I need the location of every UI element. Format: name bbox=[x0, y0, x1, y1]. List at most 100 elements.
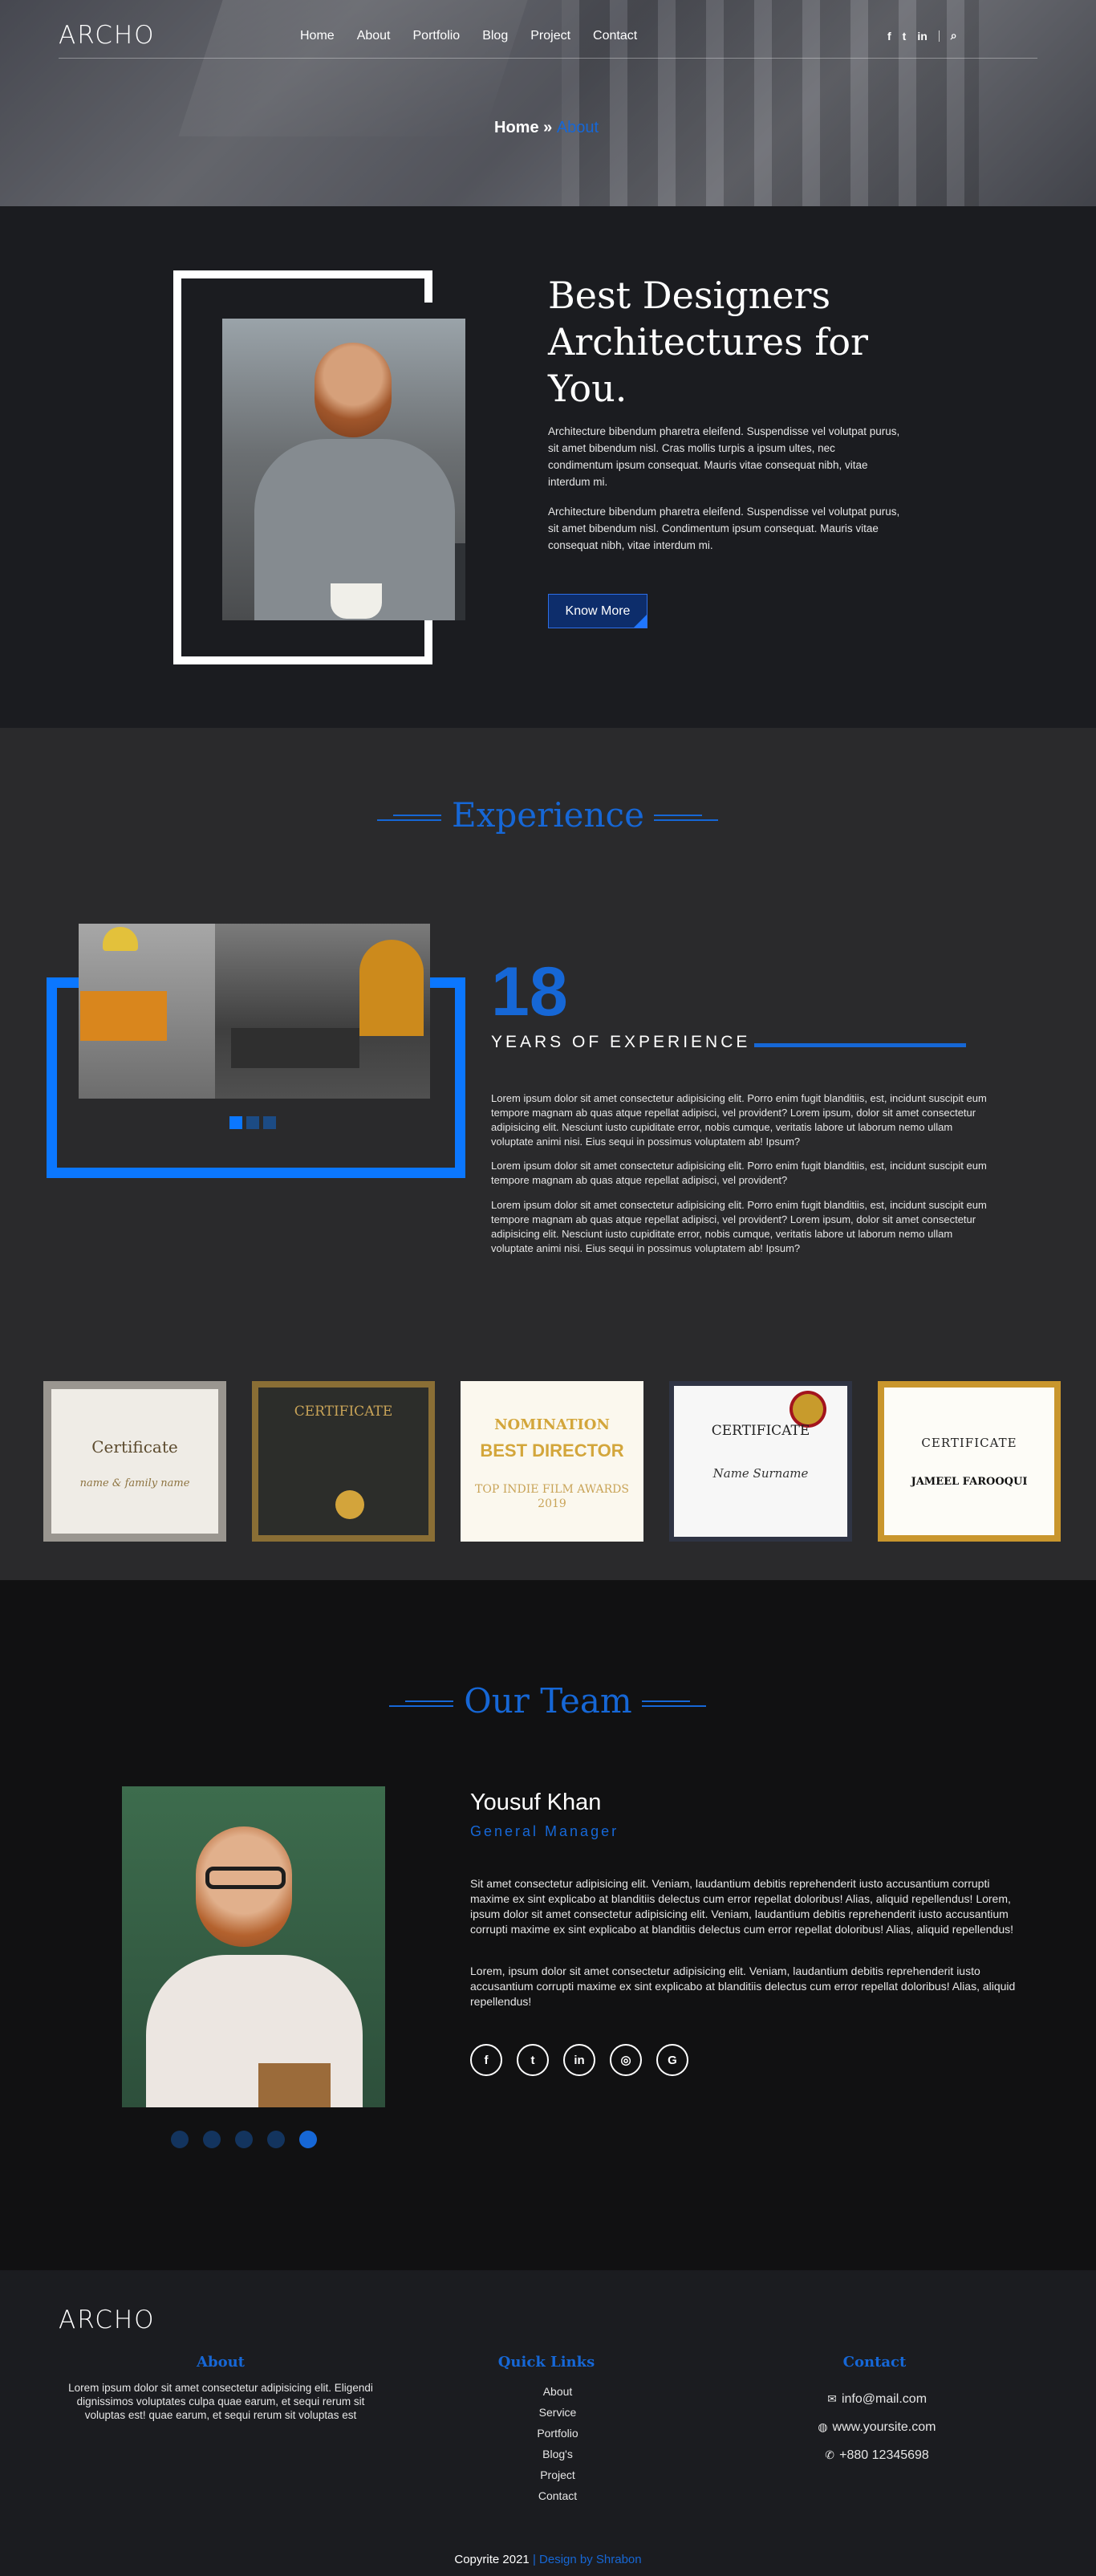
twitter-icon[interactable]: t bbox=[903, 30, 907, 43]
experience-number: 18 bbox=[491, 953, 568, 1030]
certificate-5[interactable]: CERTIFICATE JAMEEL FAROOQUI bbox=[878, 1381, 1061, 1542]
envelope-icon: ✉ bbox=[827, 2392, 837, 2405]
header-divider-line bbox=[59, 58, 1037, 59]
seal-icon bbox=[335, 1490, 364, 1519]
slide-excavator-arm bbox=[359, 940, 424, 1036]
frame-corner-right bbox=[430, 977, 465, 988]
slider-dot-3[interactable] bbox=[263, 1116, 276, 1129]
footer-website-text: www.yoursite.com bbox=[832, 2420, 936, 2434]
linkedin-icon[interactable]: in bbox=[917, 30, 927, 43]
certificate-3-line-2: BEST DIRECTOR bbox=[480, 1440, 624, 1461]
footer-link-blogs[interactable]: Blog's bbox=[477, 2444, 638, 2464]
certificate-3-line-1: NOMINATION bbox=[494, 1416, 610, 1433]
certificate-1-name: name & family name bbox=[79, 1477, 190, 1489]
copyright-text: Copyrite 2021 bbox=[454, 2553, 530, 2566]
certificate-3[interactable]: NOMINATION BEST DIRECTOR TOP INDIE FILM … bbox=[461, 1381, 643, 1542]
team-section: Our Team Yousuf Khan General Manager Sit… bbox=[0, 1580, 1096, 2270]
site-logo[interactable]: ARCHO bbox=[59, 21, 156, 50]
about-title: Best Designers Architectures for You. bbox=[548, 274, 869, 410]
team-dot-4[interactable] bbox=[267, 2131, 285, 2148]
slide-excavator-body bbox=[231, 1028, 359, 1068]
team-dot-3[interactable] bbox=[235, 2131, 253, 2148]
nav-home[interactable]: Home bbox=[300, 29, 335, 43]
team-member-name: Yousuf Khan bbox=[470, 1790, 602, 1815]
footer-about-title: About bbox=[197, 2354, 245, 2371]
team-social-links: f t in ◎ G bbox=[470, 2044, 688, 2076]
certificate-4-name: Name Surname bbox=[712, 1466, 809, 1481]
linkedin-icon[interactable]: in bbox=[563, 2044, 595, 2076]
experience-paragraph-3: Lorem ipsum dolor sit amet consectetur a… bbox=[491, 1199, 987, 1254]
footer-links-title: Quick Links bbox=[497, 2354, 595, 2371]
breadcrumb-home[interactable]: Home bbox=[494, 119, 539, 136]
certificate-4-title: CERTIFICATE bbox=[711, 1423, 810, 1439]
certificate-2[interactable]: CERTIFICATE bbox=[252, 1381, 435, 1542]
title-decoration-right bbox=[654, 815, 718, 821]
design-by-link[interactable]: Design by Shrabon bbox=[539, 2553, 642, 2566]
photo-cup bbox=[331, 583, 382, 619]
about-paragraph-1: Architecture bibendum pharetra eleifend.… bbox=[548, 425, 900, 488]
footer-email[interactable]: ✉ info@mail.com bbox=[754, 2385, 995, 2413]
certificates-row: Certificate name & family name CERTIFICA… bbox=[43, 1381, 1061, 1542]
certificate-1-title: Certificate bbox=[91, 1437, 178, 1457]
nav-portfolio[interactable]: Portfolio bbox=[413, 29, 461, 43]
team-slider-dots bbox=[171, 2131, 317, 2148]
award-ribbon-icon bbox=[793, 1394, 823, 1424]
header-social: f t in ⌕ bbox=[887, 29, 957, 43]
instagram-icon[interactable]: ◎ bbox=[610, 2044, 642, 2076]
about-section: Best Designers Architectures for You. Ar… bbox=[0, 206, 1096, 728]
slide-worker bbox=[79, 924, 215, 1099]
footer-link-portfolio[interactable]: Portfolio bbox=[477, 2423, 638, 2444]
google-icon[interactable]: G bbox=[656, 2044, 688, 2076]
facebook-icon[interactable]: f bbox=[887, 30, 891, 43]
footer-contact-title: Contact bbox=[842, 2354, 907, 2371]
footer-phone[interactable]: ✆ +880 12345698 bbox=[754, 2441, 995, 2469]
footer-website[interactable]: ◍ www.yoursite.com bbox=[754, 2413, 995, 2441]
twitter-icon[interactable]: t bbox=[517, 2044, 549, 2076]
team-dot-2[interactable] bbox=[203, 2131, 221, 2148]
nav-project[interactable]: Project bbox=[530, 29, 570, 43]
team-paragraph-2: Lorem, ipsum dolor sit amet consectetur … bbox=[470, 1965, 1016, 2008]
about-paragraph-2: Architecture bibendum pharetra eleifend.… bbox=[548, 506, 900, 551]
member-book bbox=[258, 2063, 331, 2107]
certificate-5-name: JAMEEL FAROOQUI bbox=[911, 1476, 1028, 1488]
chevron-right-icon: » bbox=[543, 119, 553, 136]
phone-icon: ✆ bbox=[825, 2448, 835, 2461]
hero-banner: ARCHO Home About Portfolio Blog Project … bbox=[0, 0, 1096, 206]
about-photo bbox=[222, 319, 465, 620]
team-dot-1[interactable] bbox=[171, 2131, 189, 2148]
footer-link-about[interactable]: About bbox=[477, 2381, 638, 2402]
breadcrumb-current: About bbox=[556, 119, 599, 136]
experience-label-line bbox=[754, 1043, 966, 1047]
certificate-1[interactable]: Certificate name & family name bbox=[43, 1381, 226, 1542]
nav-about[interactable]: About bbox=[357, 29, 391, 43]
copyright-separator: | bbox=[532, 2553, 536, 2566]
footer: ARCHO About Quick Links Contact Lorem ip… bbox=[0, 2270, 1096, 2576]
nav-blog[interactable]: Blog bbox=[482, 29, 508, 43]
facebook-icon[interactable]: f bbox=[470, 2044, 502, 2076]
nav-contact[interactable]: Contact bbox=[593, 29, 637, 43]
team-title: Our Team bbox=[464, 1681, 632, 1721]
team-dot-5[interactable] bbox=[299, 2131, 317, 2148]
experience-slide-image bbox=[79, 924, 430, 1099]
footer-link-project[interactable]: Project bbox=[477, 2464, 638, 2485]
footer-link-contact[interactable]: Contact bbox=[477, 2485, 638, 2506]
experience-paragraph-2: Lorem ipsum dolor sit amet consectetur a… bbox=[491, 1160, 987, 1186]
footer-phone-text: +880 12345698 bbox=[839, 2448, 929, 2462]
know-more-button[interactable]: Know More bbox=[548, 594, 647, 628]
copyright: Copyrite 2021 | Design by Shrabon bbox=[0, 2553, 1096, 2566]
experience-slider-dots bbox=[229, 1116, 276, 1129]
header-divider bbox=[938, 30, 940, 42]
slider-dot-1[interactable] bbox=[229, 1116, 242, 1129]
experience-title: Experience bbox=[452, 795, 644, 835]
footer-link-service[interactable]: Service bbox=[477, 2402, 638, 2423]
slide-hat bbox=[103, 927, 138, 951]
certificate-3-line-3: TOP INDIE FILM AWARDS 2019 bbox=[475, 1483, 629, 1510]
footer-logo[interactable]: ARCHO bbox=[59, 2306, 156, 2334]
certificate-4[interactable]: CERTIFICATE Name Surname bbox=[669, 1381, 852, 1542]
experience-paragraph-1: Lorem ipsum dolor sit amet consectetur a… bbox=[491, 1092, 987, 1148]
slider-dot-2[interactable] bbox=[246, 1116, 259, 1129]
slide-excavator bbox=[215, 924, 430, 1099]
search-icon[interactable]: ⌕ bbox=[951, 29, 957, 43]
footer-email-text: info@mail.com bbox=[841, 2392, 928, 2406]
certificate-5-title: CERTIFICATE bbox=[921, 1436, 1017, 1450]
